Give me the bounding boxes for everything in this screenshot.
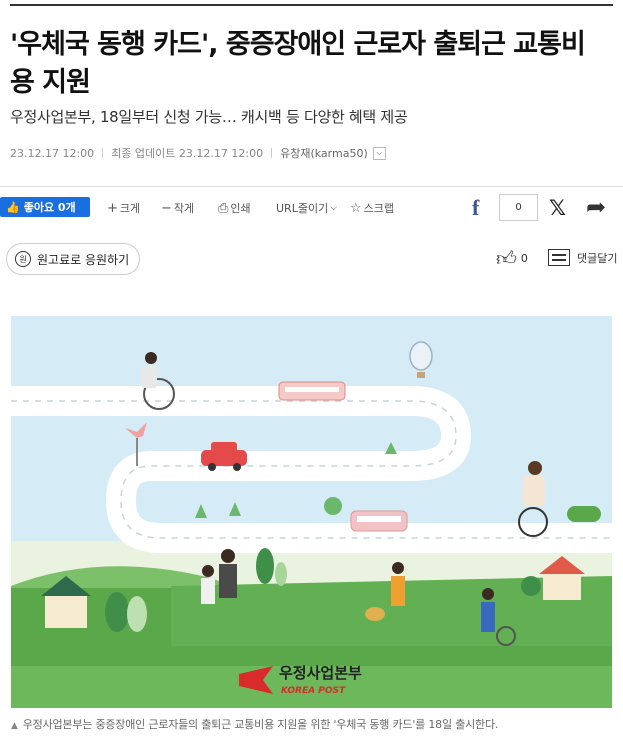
train-windows [285,387,339,392]
guide-dog [365,607,385,621]
tree [275,562,287,586]
person-head [145,352,157,364]
support-writer-button[interactable]: 원 원고료로 응원하기 [6,243,140,275]
article-meta: 23.12.17 12:00 최종 업데이트 23.12.17 12:00 유창… [10,145,386,161]
adult-head [221,549,235,563]
person-head [528,461,542,475]
published-time: 23.12.17 12:00 [10,146,95,160]
bus-windows [357,516,401,522]
house-right [543,572,581,600]
chevron-down-icon[interactable]: ⌵ [372,146,386,160]
author-link[interactable]: 유창재(karma50) [280,145,368,161]
share-count: 0 [499,194,538,221]
coin-icon: 원 [15,251,31,267]
url-shorten-label: URL줄이기 [276,202,329,215]
recommend-button[interactable]: 👍︎ 0 [496,246,528,271]
comment-button[interactable]: 댓글달기 [548,249,617,266]
comment-label: 댓글달기 [577,251,618,265]
person-body [141,366,157,388]
url-shorten-button[interactable]: URL줄이기 ⌵ [276,200,339,216]
scrap-button[interactable]: ☆ 스크랩 [350,200,394,216]
font-smaller-label: 작게 [173,202,195,215]
font-smaller-button[interactable]: − 작게 [161,200,194,216]
hot-air-balloon [409,341,433,371]
car-roof [211,442,237,452]
support-label: 원고료로 응원하기 [37,252,130,267]
font-bigger-label: 크게 [119,202,141,215]
minus-icon: − [161,200,172,216]
child-head [202,565,214,577]
article-headline: '우체국 동행 카드', 중증장애인 근로자 출퇴근 교통비 용 지원 [10,29,586,98]
child [201,578,215,604]
meta-divider [102,148,104,158]
triangle-up-icon: ▲ [11,721,18,731]
red-car [201,450,247,466]
share-arrow-icon[interactable]: ➦ [586,193,606,221]
bush [567,506,601,522]
recommend-count: 0 [520,252,528,265]
updated-label: 최종 업데이트 [111,147,176,160]
tree [127,596,147,632]
thumbs-up-outline-icon: 👍︎ [496,246,517,270]
top-rule [10,4,613,6]
adult [219,564,237,598]
person-with-cane [391,576,405,606]
caregiver [481,602,495,632]
updated-time: 23.12.17 12:00 [178,146,264,160]
tree [256,548,274,584]
scrap-label: 스크랩 [363,202,395,215]
person-head [392,562,404,574]
like-button[interactable]: 👍 좋아요 0개 [0,197,90,217]
logo-subtext: KOREA POST [281,686,346,696]
person-body [523,476,545,506]
caregiver-head [482,588,494,600]
tree [324,497,342,515]
star-icon: ☆ [350,200,362,216]
thumbs-up-icon: 👍 [6,200,20,214]
print-button[interactable]: ⎙ 인쇄 [218,200,251,216]
font-bigger-button[interactable]: + 크게 [107,200,140,216]
logo-text: 우정사업본부 [279,664,362,682]
like-label: 좋아요 0개 [23,201,76,214]
print-label: 인쇄 [230,202,251,215]
article-subtitle: 우정사업본부, 18일부터 신청 가능… 캐시백 등 다양한 혜택 제공 [10,108,408,126]
car-wheel [208,463,216,471]
figure-caption: ▲ 우정사업본부는 중증장애인 근로자들의 출퇴근 교통비용 지원을 위한 '우체… [11,716,498,732]
chevron-down-icon: ⌵ [330,203,338,213]
caption-text: 우정사업본부는 중증장애인 근로자들의 출퇴근 교통비용 지원을 위한 '우체국… [22,718,499,731]
house-left [45,594,87,628]
tree [521,576,541,596]
article-illustration: 우정사업본부 KOREA POST [11,316,612,708]
comment-icon [548,249,570,266]
balloon-basket [417,372,425,378]
article-toolbar: 👍 좋아요 0개 + 크게 − 작게 ⎙ 인쇄 URL줄이기 ⌵ ☆ 스크랩 f… [0,193,623,223]
plus-icon: + [107,200,118,216]
toolbar-divider [0,186,623,187]
printer-icon: ⎙ [218,200,229,216]
facebook-icon[interactable]: f [472,195,479,221]
tree [105,592,129,632]
meta-divider [271,148,273,158]
x-twitter-icon[interactable]: 𝕏 [549,196,566,220]
car-wheel [233,463,241,471]
illustration-svg: 우정사업본부 KOREA POST [11,316,612,708]
